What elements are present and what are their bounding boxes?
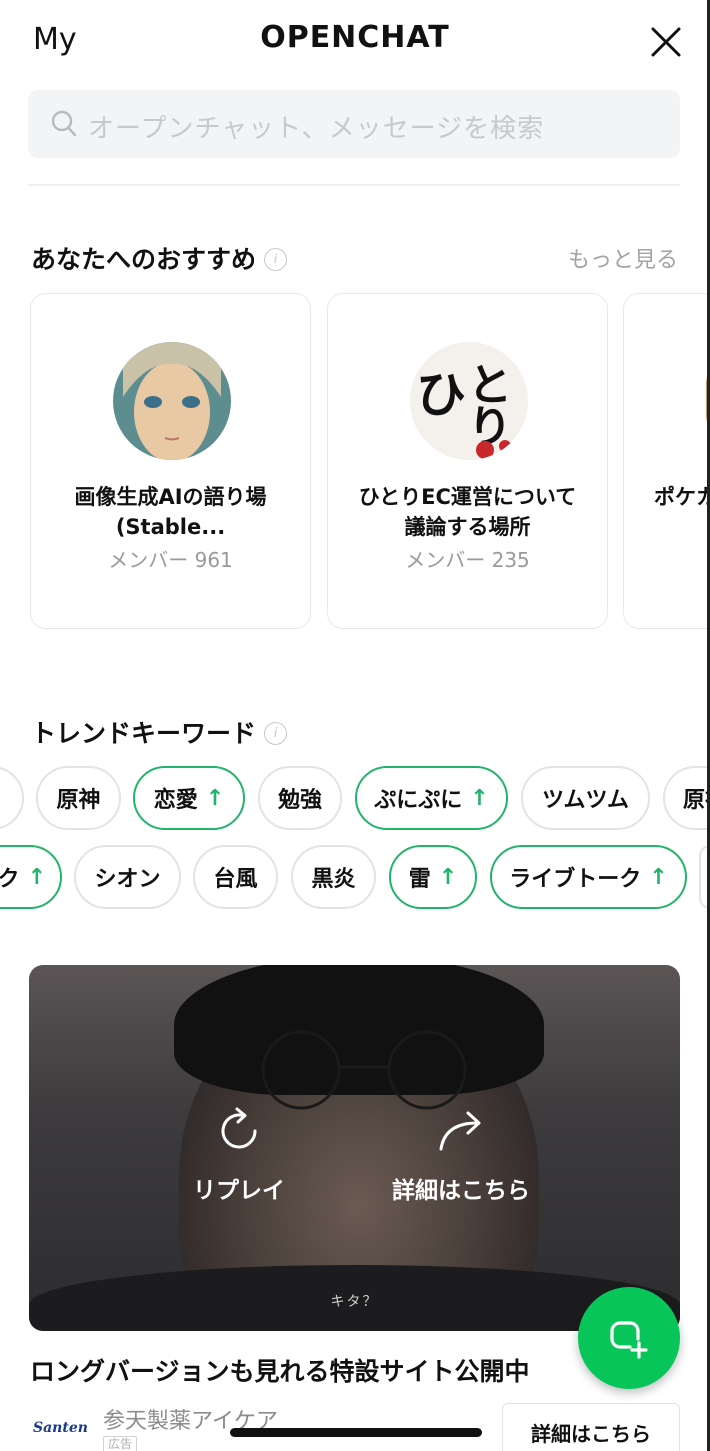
keyword-label: 雷 xyxy=(408,867,431,892)
search-placeholder: オープンチャット、メッセージを検索 xyxy=(88,114,545,144)
replay-button[interactable]: リプレイ xyxy=(154,1105,324,1205)
card-title: ひとりEC運営について 議論する場所 xyxy=(338,482,597,542)
see-more-link[interactable]: もっと見る xyxy=(568,242,678,274)
keyword-pill[interactable]: 原神 xyxy=(663,766,710,830)
keyword-pill[interactable]: 黒炎 xyxy=(291,845,376,909)
ad-label-badge: 広告 xyxy=(103,1436,138,1451)
info-icon[interactable]: i xyxy=(264,721,288,745)
keyword-pill[interactable] xyxy=(0,766,24,830)
top-bar: My OPENCHAT xyxy=(0,0,710,80)
trend-section-header: トレンドキーワード i xyxy=(31,714,288,750)
keyword-pill[interactable]: 恋愛 ↑ xyxy=(133,766,245,830)
keyword-label: 台風 xyxy=(213,867,258,892)
card-title-line2: (Stable... xyxy=(115,515,226,539)
video-detail-label: 詳細はこちら xyxy=(392,1178,530,1204)
member-count: メンバー 235 xyxy=(405,548,530,572)
keyword-pill[interactable]: 台風 xyxy=(193,845,278,909)
keyword-pill[interactable]: 勉強 xyxy=(258,766,342,830)
recommend-heading: あなたへのおすすめ xyxy=(31,245,257,274)
video-frame-glasses xyxy=(261,1030,467,1110)
card-title-line2: ズ xyxy=(654,512,710,542)
keyword-label: シオン xyxy=(94,867,161,892)
avatar: と り ひ xyxy=(410,342,528,460)
keyword-pill[interactable]: シオン xyxy=(74,845,181,909)
keyword-pill[interactable]: ク ↑ xyxy=(0,845,62,909)
keyword-pill[interactable]: ぷにぷに ↑ xyxy=(355,766,508,830)
card-title-line2: 議論する場所 xyxy=(404,515,531,539)
card-title: ポケカ ズ xyxy=(654,482,710,542)
keyword-label: 黒炎 xyxy=(311,867,356,892)
video-subtitle: キタ？ xyxy=(330,1294,379,1310)
advertiser-logo: Santen xyxy=(33,1420,88,1436)
info-icon[interactable]: i xyxy=(264,247,288,271)
video-detail-button[interactable]: 詳細はこちら xyxy=(376,1105,546,1205)
avatar xyxy=(113,342,231,460)
trend-heading: トレンドキーワード xyxy=(31,719,257,748)
search-icon xyxy=(51,110,77,137)
trending-up-icon: ↑ xyxy=(205,785,225,811)
keyword-label: 原神 xyxy=(683,788,710,813)
close-icon[interactable] xyxy=(648,24,684,60)
card-title-line1: ポケカ xyxy=(654,485,710,509)
keyword-label: ク xyxy=(0,867,20,892)
card-title: 画像生成AIの語り場 (Stable... xyxy=(41,482,300,542)
new-chat-icon xyxy=(610,1321,648,1359)
keyword-label: 勉強 xyxy=(277,788,322,813)
svg-text:ひ: ひ xyxy=(416,365,466,424)
keyword-label: ぷにぷに xyxy=(374,788,463,813)
openchat-page: My OPENCHAT オープンチャット、メッセージを検索 あなたへのおすすめ i… xyxy=(0,0,710,1451)
member-count: メンバー 961 xyxy=(108,548,233,572)
ad-video[interactable]: リプレイ 詳細はこちら キタ？ xyxy=(29,965,680,1331)
divider xyxy=(28,184,680,186)
keyword-label: 原神 xyxy=(56,788,101,813)
keyword-label: ライブトーク xyxy=(509,867,642,892)
trending-up-icon: ↑ xyxy=(438,864,458,890)
recommend-card[interactable]: と り ひ ひとりEC運営について 議論する場所 メンバー 235 xyxy=(327,293,608,629)
recommend-section-header: あなたへのおすすめ i xyxy=(31,240,288,276)
keyword-label: ツムツム xyxy=(541,788,630,813)
page-title: OPENCHAT xyxy=(260,20,450,55)
recommend-card[interactable]: ポケカ ズ xyxy=(623,293,710,629)
keyword-pill[interactable]: 雷 ↑ xyxy=(389,845,477,909)
create-chat-button[interactable] xyxy=(578,1287,680,1389)
replay-icon xyxy=(221,1107,257,1149)
keyword-label: 恋愛 xyxy=(153,788,198,813)
home-indicator[interactable] xyxy=(230,1428,482,1437)
card-title-line1: ひとりEC運営について xyxy=(358,485,577,509)
keyword-pill[interactable]: 原神 xyxy=(36,766,121,830)
recommend-card[interactable]: 画像生成AIの語り場 (Stable... メンバー 961 xyxy=(30,293,311,629)
trending-up-icon: ↑ xyxy=(27,864,46,890)
ad-detail-button[interactable]: 詳細はこちら xyxy=(502,1403,680,1451)
trending-up-icon: ↑ xyxy=(470,785,489,811)
ad-title[interactable]: ロングバージョンも見れる特設サイト公開中 xyxy=(30,1352,530,1388)
keyword-pill[interactable]: ライブトーク ↑ xyxy=(490,845,687,909)
search-input[interactable]: オープンチャット、メッセージを検索 xyxy=(28,90,680,158)
replay-label: リプレイ xyxy=(193,1178,285,1204)
keyword-pill[interactable]: ツムツム xyxy=(521,766,650,830)
card-title-line1: 画像生成AIの語り場 xyxy=(74,485,267,509)
trending-up-icon: ↑ xyxy=(649,864,668,890)
share-arrow-icon xyxy=(439,1111,481,1151)
